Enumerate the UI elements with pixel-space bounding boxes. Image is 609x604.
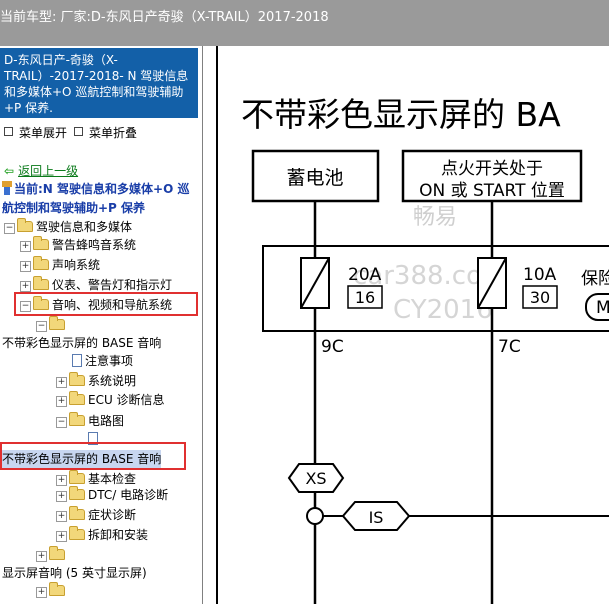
expand-icon[interactable]: + (56, 511, 67, 522)
collapse-icon[interactable]: − (36, 321, 47, 332)
menu-collapse-button[interactable]: 菜单折叠 (74, 124, 137, 141)
square-icon (74, 127, 83, 136)
tree-item-warn-buzzer[interactable]: + 警告蜂鸣音系统 (20, 236, 136, 254)
watermark-1: 畅易 (413, 205, 457, 230)
tree-item-sound[interactable]: + 声响系统 (20, 256, 100, 274)
expand-icon[interactable]: + (56, 531, 67, 542)
expand-icon[interactable]: + (56, 491, 67, 502)
highlight-box-selected (0, 442, 186, 470)
tree-item-folder-2[interactable]: + (36, 546, 68, 564)
fuse-2-number: 30 (530, 288, 550, 307)
folder-icon (33, 236, 49, 250)
junction-point (306, 507, 324, 525)
tree-item-desc[interactable]: + 系统说明 (56, 372, 136, 390)
folder-icon (33, 256, 49, 270)
connector-9c: 9C (321, 337, 344, 357)
folder-icon (33, 276, 49, 290)
location-icon (2, 181, 12, 195)
document-icon (72, 354, 82, 367)
tree-item-notes[interactable]: 注意事项 (72, 352, 133, 370)
expand-icon[interactable]: + (56, 377, 67, 388)
tree-item-ecu-diag[interactable]: + ECU 诊断信息 (56, 391, 165, 409)
tree-item-folder-3[interactable]: + (36, 582, 68, 600)
fuse-2-amp: 10A (523, 265, 557, 285)
expand-icon[interactable]: + (56, 475, 67, 486)
is-label: IS (369, 508, 384, 527)
tree-item-dtc[interactable]: + DTC/ 电路诊断 (56, 486, 168, 504)
folder-icon (69, 391, 85, 405)
tree-item-base-audio[interactable]: 不带彩色显示屏的 BASE 音响 (2, 334, 161, 352)
connector-7c: 7C (498, 337, 521, 357)
folder-icon (49, 582, 65, 596)
expand-icon[interactable]: + (36, 551, 47, 562)
fuse-box-m: M (596, 298, 609, 318)
folder-icon (69, 526, 85, 540)
back-link[interactable]: ⇦ 返回上一级 (4, 162, 78, 179)
sidebar-header: D-东风日产-奇骏（X-TRAIL）-2017-2018- N 驾驶信息和多媒体… (0, 48, 198, 118)
wiring-diagram: 不带彩色显示屏的 BA 畅易 car388.com CY2016 蓄电池 点火开… (216, 46, 609, 604)
window-title: 当前车型: 厂家:D-东风日产奇骏（X-TRAIL）2017-2018 (0, 10, 329, 25)
expand-icon[interactable]: + (56, 396, 67, 407)
square-icon (4, 127, 13, 136)
expand-icon[interactable]: + (20, 241, 31, 252)
diagram-title: 不带彩色显示屏的 BA (241, 95, 561, 134)
folder-icon (49, 546, 65, 560)
folder-icon (69, 470, 85, 484)
ignition-line-2: ON 或 START 位置 (419, 181, 565, 201)
fuse-1-amp: 20A (348, 265, 382, 285)
folder-icon (69, 372, 85, 386)
battery-label: 蓄电池 (286, 167, 343, 189)
tree-item-remove[interactable]: + 拆卸和安装 (56, 526, 148, 544)
tree-item-circuit[interactable]: − 电路图 (56, 412, 124, 430)
ignition-line-1: 点火开关处于 (441, 159, 543, 179)
collapse-icon[interactable]: − (4, 223, 15, 234)
expand-icon[interactable]: + (20, 261, 31, 272)
tree-item-root[interactable]: − 驾驶信息和多媒体 (4, 218, 132, 236)
fuse-box-label: 保险 (581, 269, 609, 289)
current-location: 当前:N 驾驶信息和多媒体+O 巡航控制和驾驶辅助+P 保养 (2, 181, 190, 215)
folder-icon (69, 506, 85, 520)
tree-item-display-5in[interactable]: 显示屏音响 (5 英寸显示屏) (2, 564, 147, 582)
highlight-box-audio-nav (14, 292, 198, 316)
window-title-bar: 当前车型: 厂家:D-东风日产奇骏（X-TRAIL）2017-2018 (0, 0, 609, 46)
folder-icon (69, 486, 85, 500)
menu-expand-button[interactable]: 菜单展开 (4, 124, 67, 141)
tree-item-folder-unnamed[interactable]: − (36, 316, 68, 334)
expand-icon[interactable]: + (20, 281, 31, 292)
back-arrow-icon: ⇦ (4, 164, 15, 178)
expand-icon[interactable]: + (36, 587, 47, 598)
folder-icon (69, 412, 85, 426)
xs-label: XS (305, 469, 326, 488)
sidebar: D-东风日产-奇骏（X-TRAIL）-2017-2018- N 驾驶信息和多媒体… (0, 46, 203, 604)
diagram-panel: 不带彩色显示屏的 BA 畅易 car388.com CY2016 蓄电池 点火开… (203, 46, 609, 604)
collapse-icon[interactable]: − (56, 417, 67, 428)
folder-icon (49, 316, 65, 330)
folder-icon (17, 218, 33, 232)
tree-item-symptom[interactable]: + 症状诊断 (56, 506, 136, 524)
fuse-1-number: 16 (355, 288, 375, 307)
